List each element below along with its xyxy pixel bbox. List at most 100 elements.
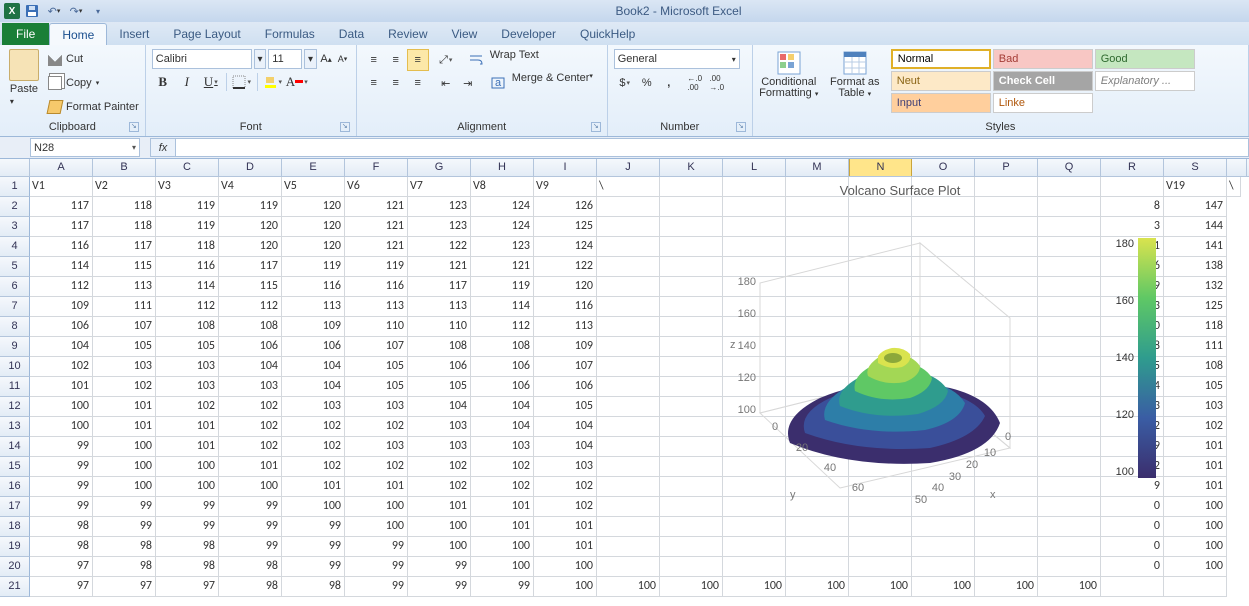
align-middle-icon[interactable]: ≡ [385, 49, 407, 71]
cell[interactable]: 99 [30, 457, 93, 477]
cell[interactable]: 99 [219, 517, 282, 537]
row-header[interactable]: 6 [0, 277, 30, 297]
cell[interactable]: 99 [30, 437, 93, 457]
cell[interactable]: 97 [156, 577, 219, 597]
bold-button[interactable]: B [152, 71, 174, 93]
column-header[interactable]: C [156, 159, 219, 176]
cell[interactable]: 98 [30, 517, 93, 537]
tab-insert[interactable]: Insert [107, 23, 161, 45]
currency-button[interactable]: $ [614, 72, 636, 94]
cell[interactable]: 116 [30, 237, 93, 257]
cell[interactable]: 122 [534, 257, 597, 277]
cut-button[interactable]: Cut [48, 49, 139, 69]
cell[interactable]: 108 [156, 317, 219, 337]
cell[interactable]: 102 [156, 397, 219, 417]
cell[interactable]: 121 [408, 257, 471, 277]
cell-style[interactable]: Explanatory ... [1095, 71, 1195, 91]
row-header[interactable]: 4 [0, 237, 30, 257]
cell[interactable]: 0 [1101, 557, 1164, 577]
cell[interactable]: 104 [282, 357, 345, 377]
cell[interactable]: 113 [345, 297, 408, 317]
cell[interactable]: 105 [156, 337, 219, 357]
cell[interactable]: 103 [345, 437, 408, 457]
cell[interactable]: 120 [219, 217, 282, 237]
column-header[interactable]: S [1164, 159, 1227, 176]
cell[interactable]: 99 [156, 497, 219, 517]
decrease-decimal-icon[interactable]: .00→.0 [706, 72, 728, 94]
row-header[interactable]: 2 [0, 197, 30, 217]
cell[interactable] [786, 557, 849, 577]
cell[interactable]: 104 [471, 417, 534, 437]
cell[interactable]: 102 [345, 417, 408, 437]
cell[interactable]: 104 [282, 377, 345, 397]
cell[interactable] [849, 537, 912, 557]
cell[interactable]: 120 [282, 217, 345, 237]
cell[interactable]: 101 [1164, 477, 1227, 497]
cell[interactable]: 125 [534, 217, 597, 237]
cell[interactable]: 106 [534, 377, 597, 397]
cell[interactable]: 99 [282, 557, 345, 577]
cell[interactable]: 106 [471, 377, 534, 397]
column-header[interactable]: M [786, 159, 849, 176]
cell[interactable]: 101 [156, 437, 219, 457]
cell[interactable]: 144 [1164, 217, 1227, 237]
cell[interactable]: 97 [30, 557, 93, 577]
font-size-dropdown-icon[interactable]: ▾ [304, 49, 317, 69]
cell[interactable]: 101 [93, 397, 156, 417]
cell[interactable]: 106 [219, 337, 282, 357]
cell[interactable]: 102 [471, 477, 534, 497]
cell[interactable]: 112 [30, 277, 93, 297]
cell[interactable]: 110 [345, 317, 408, 337]
cell[interactable]: 100 [1164, 517, 1227, 537]
cell[interactable]: 119 [219, 197, 282, 217]
cell[interactable]: 99 [282, 517, 345, 537]
cell[interactable]: 106 [30, 317, 93, 337]
cell[interactable]: 102 [219, 417, 282, 437]
cell[interactable] [1038, 557, 1101, 577]
shrink-font-icon[interactable]: A▾ [335, 48, 349, 70]
cell[interactable] [975, 557, 1038, 577]
cell-style[interactable]: Good [1095, 49, 1195, 69]
cell[interactable]: 100 [786, 577, 849, 597]
cell[interactable]: V7 [408, 177, 471, 197]
cell[interactable]: 102 [219, 397, 282, 417]
cell[interactable]: 105 [93, 337, 156, 357]
dialog-launcher-icon[interactable]: ↘ [736, 122, 746, 132]
row-header[interactable]: 10 [0, 357, 30, 377]
row-header[interactable]: 17 [0, 497, 30, 517]
cell[interactable]: 100 [1164, 557, 1227, 577]
row-header[interactable]: 3 [0, 217, 30, 237]
percent-button[interactable]: % [636, 72, 658, 94]
cell[interactable]: 101 [471, 517, 534, 537]
cell[interactable]: 104 [219, 357, 282, 377]
cell-style[interactable]: Check Cell [993, 71, 1093, 91]
underline-button[interactable]: U [200, 71, 222, 93]
column-header[interactable]: P [975, 159, 1038, 176]
cell[interactable] [786, 537, 849, 557]
cell[interactable]: 138 [1164, 257, 1227, 277]
cell[interactable]: 98 [93, 557, 156, 577]
column-header[interactable]: L [723, 159, 786, 176]
font-size-input[interactable] [268, 49, 302, 69]
cell[interactable]: 119 [156, 217, 219, 237]
tab-pagelayout[interactable]: Page Layout [161, 23, 252, 45]
cell[interactable]: 116 [282, 277, 345, 297]
cell[interactable]: 102 [534, 477, 597, 497]
number-format-select[interactable]: General▾ [614, 49, 740, 69]
cell[interactable] [723, 537, 786, 557]
cell[interactable]: 102 [282, 437, 345, 457]
align-bottom-icon[interactable]: ≡ [407, 49, 429, 71]
cell[interactable]: 101 [1164, 437, 1227, 457]
row-header[interactable]: 19 [0, 537, 30, 557]
cell[interactable]: 109 [30, 297, 93, 317]
cell[interactable]: 102 [408, 457, 471, 477]
column-header[interactable]: G [408, 159, 471, 176]
row-header[interactable]: 5 [0, 257, 30, 277]
cell[interactable]: 103 [408, 417, 471, 437]
cell[interactable]: 115 [93, 257, 156, 277]
cell[interactable]: 99 [408, 577, 471, 597]
column-header[interactable]: A [30, 159, 93, 176]
cell[interactable]: 100 [597, 577, 660, 597]
cell[interactable]: 98 [30, 537, 93, 557]
cell[interactable]: 101 [1164, 457, 1227, 477]
